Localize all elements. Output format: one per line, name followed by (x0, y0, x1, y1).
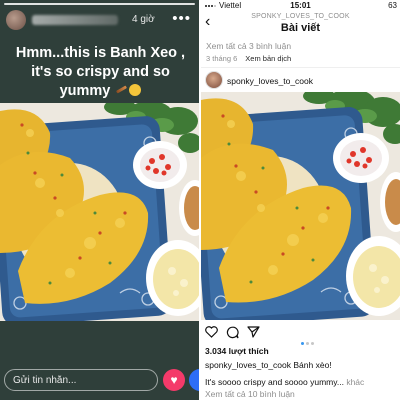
instagram-post-panel: Viettel 15:01 63 ‹ SPONKY_LOVES_TO_COOK … (201, 0, 400, 400)
story-username-blurred (32, 15, 118, 25)
caption-text: Bánh xèo! (293, 360, 332, 370)
share-send-icon[interactable] (247, 326, 260, 338)
carousel-dot (306, 342, 309, 345)
view-all-comments-bottom[interactable]: Xem tất cả 10 bình luận (205, 389, 295, 399)
more-horizontal-icon[interactable]: ••• (172, 11, 191, 27)
status-time: 15:01 (290, 1, 311, 10)
avatar[interactable] (205, 71, 223, 89)
comment-text: It's soooo crispy and soooo yummy... (205, 377, 344, 387)
post-header: sponky_loves_to_cook (201, 67, 400, 95)
heart-outline-icon[interactable] (205, 326, 218, 338)
carousel-dot (311, 342, 314, 345)
status-bar: Viettel 15:01 63 (201, 0, 400, 11)
post-food-photo[interactable] (201, 92, 400, 320)
story-caption: Hmm...this is Banh Xeo , it's so crispy … (10, 44, 191, 101)
date-row: 3 tháng 6 Xem bản dịch (206, 54, 291, 63)
story-reply-input[interactable] (5, 370, 157, 391)
post-date: 3 tháng 6 (206, 54, 238, 63)
chopsticks-emoji-icon (116, 85, 128, 94)
story-food-photo (0, 103, 199, 321)
view-all-comments-top[interactable]: Xem tất cả 3 bình luận (206, 41, 291, 51)
post-caption: sponky_loves_to_cook Bánh xèo! (205, 360, 332, 370)
story-timestamp: 4 giờ (132, 14, 155, 25)
see-translation-link[interactable]: Xem bản dịch (245, 54, 291, 63)
more-link[interactable]: khác (346, 377, 364, 387)
avatar[interactable] (6, 10, 26, 30)
carousel-dot-active (301, 342, 304, 345)
send-button-partial[interactable] (189, 369, 199, 391)
caption-username[interactable]: sponky_loves_to_cook (205, 360, 291, 370)
heart-icon[interactable]: ♥ (163, 369, 185, 391)
smile-emoji-icon (129, 84, 142, 97)
story-panel: 4 giờ ••• Hmm...this is Banh Xeo , it's … (0, 0, 199, 400)
carousel-indicator (301, 332, 316, 350)
story-progress-bar (4, 3, 195, 5)
battery-level: 63 (388, 1, 397, 10)
story-caption-text: Hmm...this is Banh Xeo , it's so crispy … (15, 45, 186, 99)
story-header: 4 giờ ••• (6, 10, 193, 30)
like-count[interactable]: 3.034 lượt thích (205, 346, 269, 356)
post-username[interactable]: sponky_loves_to_cook (227, 76, 313, 86)
post-action-bar (201, 324, 400, 345)
nav-username: SPONKY_LOVES_TO_COOK (251, 13, 350, 20)
comment-icon[interactable] (226, 326, 239, 339)
comment-row: It's soooo crispy and soooo yummy... khá… (205, 377, 364, 387)
page-title: Bài viết (280, 22, 321, 34)
story-reply-field[interactable] (4, 369, 158, 391)
